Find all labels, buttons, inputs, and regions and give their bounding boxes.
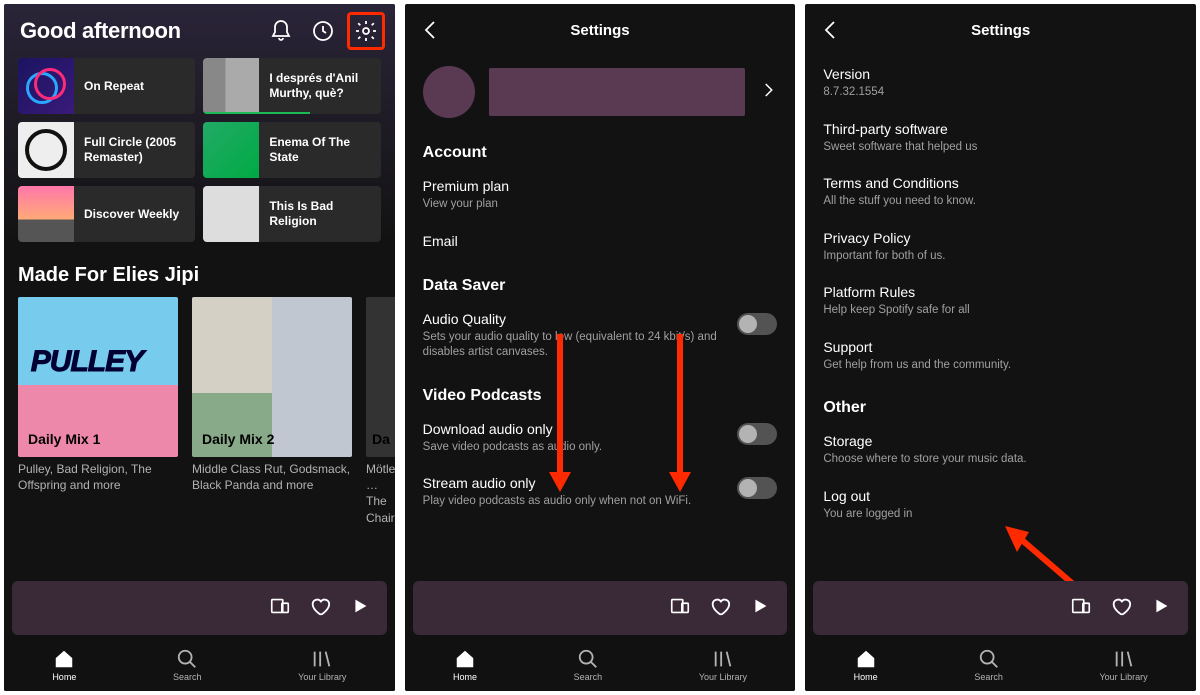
tile-bad-religion[interactable]: This Is Bad Religion <box>203 186 380 242</box>
nav-library[interactable]: Your Library <box>298 648 346 682</box>
home-screen: Good afternoon On Repeat I després d'Ani… <box>4 4 395 691</box>
row-platform-rules[interactable]: Platform RulesHelp keep Spotify safe for… <box>805 274 1196 329</box>
like-icon[interactable] <box>309 595 331 622</box>
mini-player[interactable] <box>12 581 387 635</box>
tile-on-repeat[interactable]: On Repeat <box>18 58 195 114</box>
like-icon[interactable] <box>1110 595 1132 622</box>
tile-full-circle[interactable]: Full Circle (2005 Remaster) <box>18 122 195 178</box>
play-icon[interactable] <box>1150 595 1172 622</box>
mini-player[interactable] <box>413 581 788 635</box>
tile-enema[interactable]: Enema Of The State <box>203 122 380 178</box>
made-for-heading: Made For Elies Jipi <box>4 246 395 297</box>
back-icon[interactable] <box>819 18 843 42</box>
settings-screen-1: Settings Account Premium planView your p… <box>405 4 796 691</box>
tile-art <box>18 58 74 114</box>
tile-anil-murthy[interactable]: I després d'Anil Murthy, què? <box>203 58 380 114</box>
nav-home[interactable]: Home <box>854 648 878 682</box>
now-playing-indicator <box>203 112 309 114</box>
settings-highlight-box <box>347 12 385 50</box>
connect-devices-icon[interactable] <box>669 595 691 622</box>
tile-art <box>18 122 74 178</box>
nav-search[interactable]: Search <box>974 648 1003 682</box>
play-icon[interactable] <box>349 595 371 622</box>
notifications-icon[interactable] <box>269 19 293 43</box>
section-account: Account <box>405 134 796 168</box>
card-daily-mix-3[interactable]: Da Mötley … The Chair… <box>366 297 395 526</box>
tile-art <box>203 186 259 242</box>
tile-discover-weekly[interactable]: Discover Weekly <box>18 186 195 242</box>
history-icon[interactable] <box>311 19 335 43</box>
like-icon[interactable] <box>709 595 731 622</box>
card-daily-mix-1[interactable]: PULLEY Daily Mix 1 Pulley, Bad Religion,… <box>18 297 178 526</box>
row-privacy[interactable]: Privacy PolicyImportant for both of us. <box>805 220 1196 275</box>
settings-screen-2: Settings Version8.7.32.1554 Third-party … <box>805 4 1196 691</box>
row-version: Version8.7.32.1554 <box>805 56 1196 111</box>
card-art: Daily Mix 2 <box>192 297 352 457</box>
settings-title: Settings <box>570 22 629 39</box>
settings-title: Settings <box>971 22 1030 39</box>
nav-library[interactable]: Your Library <box>1099 648 1147 682</box>
toggle-audio-quality[interactable] <box>737 313 777 335</box>
row-download-audio-only[interactable]: Download audio onlySave video podcasts a… <box>405 411 796 466</box>
tile-art <box>203 58 259 114</box>
mini-player[interactable] <box>813 581 1188 635</box>
row-audio-quality[interactable]: Audio QualitySets your audio quality to … <box>405 301 796 371</box>
section-data-saver: Data Saver <box>405 267 796 301</box>
toggle-stream-audio[interactable] <box>737 477 777 499</box>
bottom-nav: Home Search Your Library <box>4 635 395 691</box>
section-video-podcasts: Video Podcasts <box>405 377 796 411</box>
card-art: Da <box>366 297 395 457</box>
tile-art <box>18 186 74 242</box>
connect-devices-icon[interactable] <box>269 595 291 622</box>
row-storage[interactable]: StorageChoose where to store your music … <box>805 423 1196 478</box>
nav-home[interactable]: Home <box>453 648 477 682</box>
row-terms[interactable]: Terms and ConditionsAll the stuff you ne… <box>805 165 1196 220</box>
profile-name-redacted <box>489 68 746 116</box>
card-art: PULLEY Daily Mix 1 <box>18 297 178 457</box>
row-stream-audio-only[interactable]: Stream audio onlyPlay video podcasts as … <box>405 465 796 520</box>
row-logout[interactable]: Log outYou are logged in <box>805 478 1196 533</box>
back-icon[interactable] <box>419 18 443 42</box>
settings-icon[interactable] <box>354 19 378 43</box>
row-support[interactable]: SupportGet help from us and the communit… <box>805 329 1196 384</box>
chevron-right-icon <box>759 81 777 104</box>
connect-devices-icon[interactable] <box>1070 595 1092 622</box>
greeting: Good afternoon <box>20 18 181 44</box>
nav-search[interactable]: Search <box>574 648 603 682</box>
row-email[interactable]: Email <box>405 223 796 259</box>
profile-row[interactable] <box>405 56 796 134</box>
nav-home[interactable]: Home <box>52 648 76 682</box>
nav-library[interactable]: Your Library <box>699 648 747 682</box>
card-daily-mix-2[interactable]: Daily Mix 2 Middle Class Rut, Godsmack, … <box>192 297 352 526</box>
bottom-nav: Home Search Your Library <box>805 635 1196 691</box>
avatar <box>423 66 475 118</box>
toggle-download-audio[interactable] <box>737 423 777 445</box>
row-premium-plan[interactable]: Premium planView your plan <box>405 168 796 223</box>
tile-art <box>203 122 259 178</box>
row-third-party[interactable]: Third-party softwareSweet software that … <box>805 111 1196 166</box>
play-icon[interactable] <box>749 595 771 622</box>
section-other: Other <box>805 389 1196 423</box>
nav-search[interactable]: Search <box>173 648 202 682</box>
bottom-nav: Home Search Your Library <box>405 635 796 691</box>
